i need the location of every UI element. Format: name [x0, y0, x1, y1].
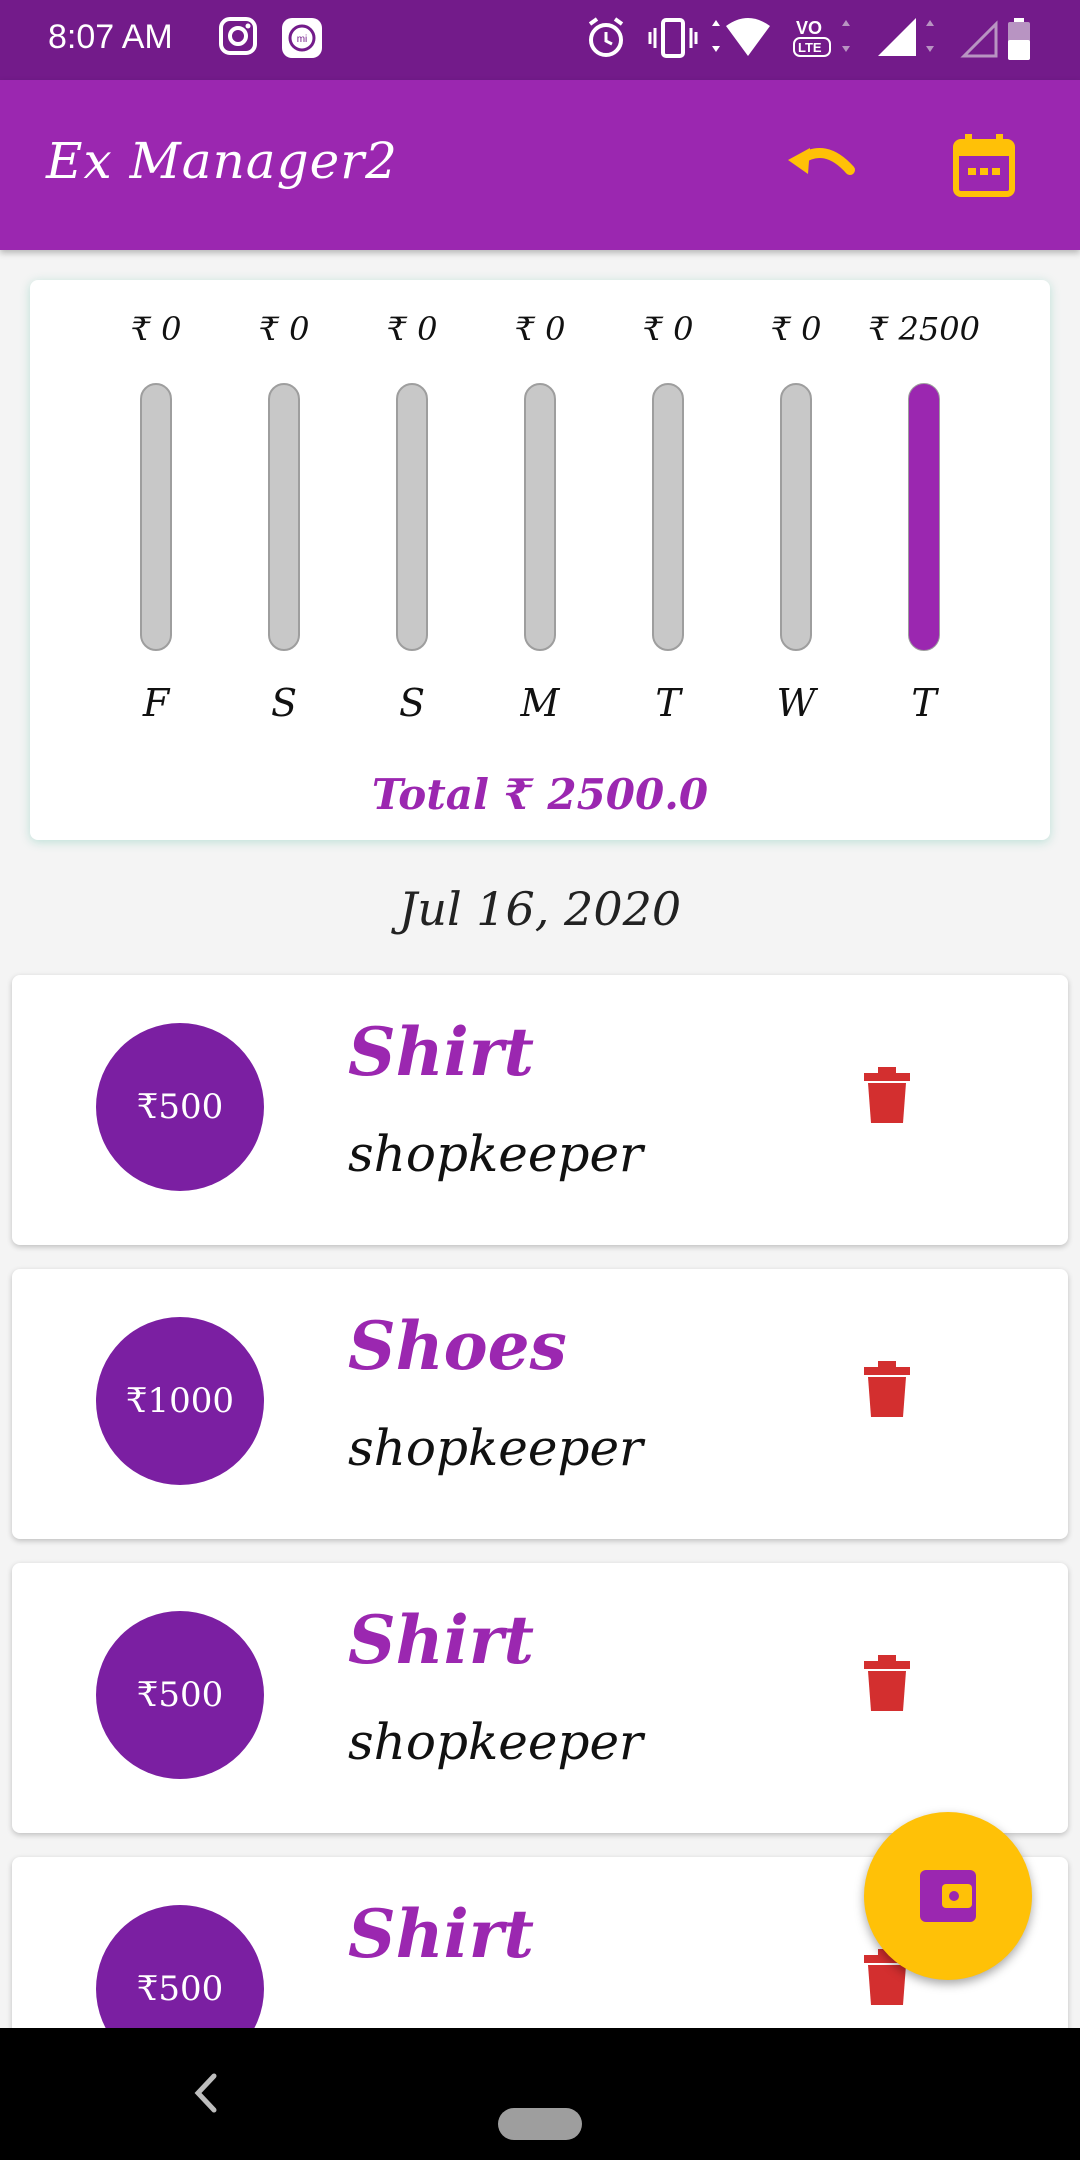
day-label: M: [520, 681, 561, 725]
day-label: S: [399, 681, 425, 725]
back-icon[interactable]: [190, 2070, 220, 2116]
bar-track: [396, 383, 428, 651]
bar-value-label: ₹ 0: [643, 310, 694, 348]
bar-value-label: ₹ 0: [131, 310, 182, 348]
status-bar: 8:07 AM mi VO LTE: [0, 0, 1080, 80]
day-label: T: [655, 681, 683, 725]
instagram-icon: [219, 17, 257, 55]
bar-track: [652, 383, 684, 651]
app-bar: Ex Manager2: [0, 80, 1080, 250]
day-label: F: [142, 681, 171, 725]
amount-badge: ₹500: [96, 1611, 264, 1779]
expense-title: Shirt: [348, 1601, 534, 1679]
bar-value-label: ₹ 0: [259, 310, 310, 348]
list-item[interactable]: ₹1000 Shoes shopkeeper: [12, 1269, 1068, 1539]
bar-track: [780, 383, 812, 651]
svg-text:mi: mi: [297, 34, 308, 45]
date-header: Jul 16, 2020: [398, 882, 682, 936]
bar-track: [524, 383, 556, 651]
delete-icon[interactable]: [862, 1653, 912, 1713]
expense-title: Shirt: [348, 1895, 534, 1973]
add-expense-button[interactable]: [864, 1812, 1032, 1980]
bar-value-label: ₹ 0: [387, 310, 438, 348]
delete-icon[interactable]: [862, 1065, 912, 1125]
volte-icon: VO LTE: [793, 18, 850, 57]
bar-value-label: ₹ 0: [515, 310, 566, 348]
wallet-icon: [920, 1870, 976, 1922]
weekly-bar-chart: ₹ 0 F ₹ 0 S ₹ 0 S ₹ 0 M ₹ 0 T ₹ 0 W ₹ 2500 T: [131, 310, 980, 725]
undo-icon[interactable]: [780, 130, 860, 200]
expense-payee: shopkeeper: [348, 1713, 643, 1771]
bar-fill: [909, 384, 939, 650]
expense-payee: shopkeeper: [348, 1125, 643, 1183]
mi-icon: mi: [282, 18, 322, 58]
day-label: W: [776, 681, 818, 725]
nav-bar: [0, 2028, 1080, 2160]
battery-icon: [1008, 18, 1030, 60]
bar-track: [268, 383, 300, 651]
bar-track: [140, 383, 172, 651]
amount-badge: ₹500: [96, 1023, 264, 1191]
expense-title: Shoes: [348, 1307, 567, 1385]
home-pill[interactable]: [498, 2108, 582, 2140]
amount-badge: ₹1000: [96, 1317, 264, 1485]
list-item[interactable]: ₹500 Shirt shopkeeper: [12, 975, 1068, 1245]
expense-title: Shirt: [348, 1013, 534, 1091]
vibrate-icon: [648, 18, 698, 58]
bar-value-label: ₹ 0: [771, 310, 822, 348]
list-item[interactable]: ₹500 Shirt shopkeeper: [12, 1563, 1068, 1833]
svg-text:LTE: LTE: [798, 40, 822, 55]
weekly-chart-card: ₹ 0 F ₹ 0 S ₹ 0 S ₹ 0 M ₹ 0 T ₹ 0 W ₹ 2500 T Total ₹ …: [30, 280, 1050, 840]
signal-empty-icon: [960, 20, 998, 58]
signal-icon: [878, 18, 934, 56]
bar-value-label: ₹ 2500: [868, 310, 980, 348]
status-time: 8:07 AM: [48, 18, 173, 56]
expense-payee: shopkeeper: [348, 1419, 643, 1477]
total-amount: Total ₹ 2500.0: [371, 770, 709, 819]
calendar-icon[interactable]: [950, 132, 1018, 200]
svg-text:VO: VO: [796, 18, 822, 38]
day-label: T: [911, 681, 939, 725]
wifi-icon: [712, 18, 770, 56]
delete-icon[interactable]: [862, 1359, 912, 1419]
app-title: Ex Manager2: [46, 132, 398, 190]
alarm-icon: [588, 17, 624, 57]
day-label: S: [271, 681, 297, 725]
